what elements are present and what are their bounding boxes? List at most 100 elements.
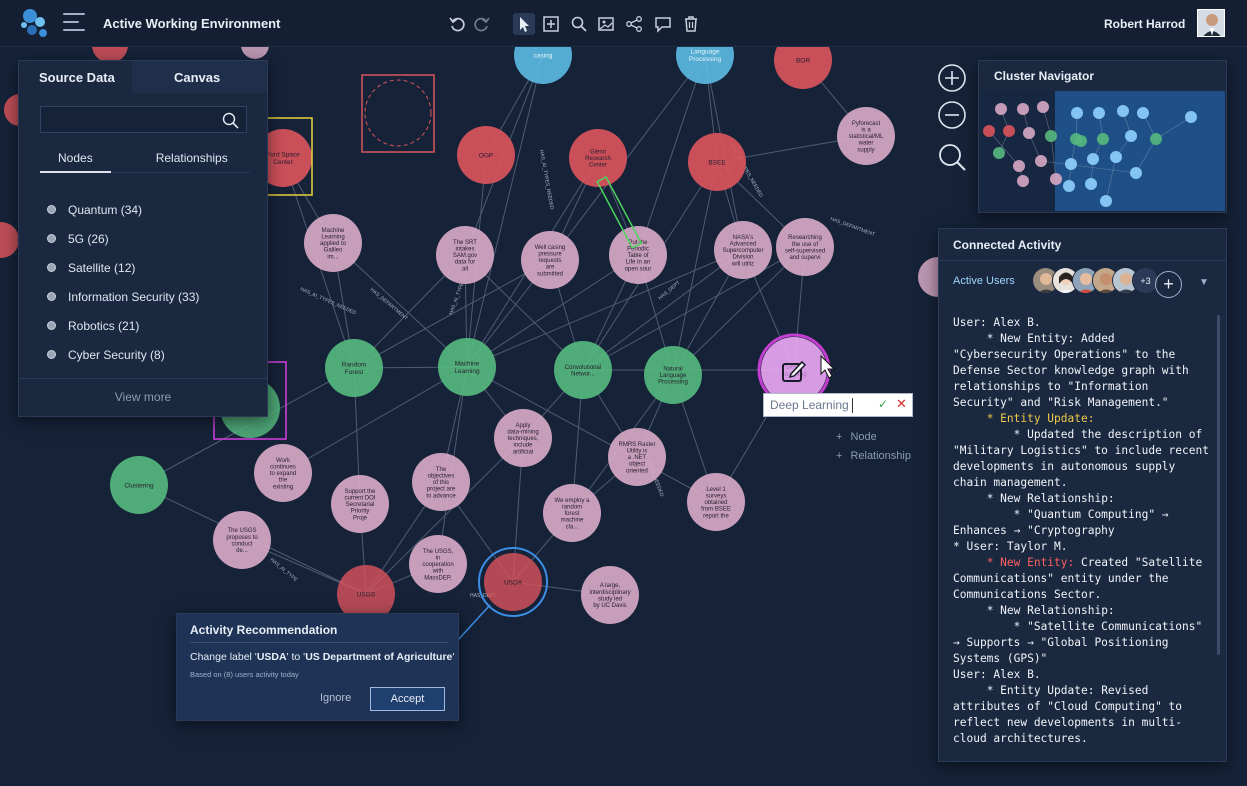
node-label-input[interactable]: Deep Learning — [770, 398, 849, 412]
tab-canvas[interactable]: Canvas — [132, 61, 267, 93]
menu-item-label: Node — [850, 431, 877, 443]
graph-node[interactable]: OGP — [457, 126, 515, 184]
recommendation-title: Activity Recommendation — [190, 623, 338, 637]
graph-node[interactable]: NASA'sAdvancedSupercomputerDivisionwill … — [714, 221, 772, 279]
list-item[interactable]: Quantum (34) — [47, 195, 199, 224]
graph-node[interactable]: BOR — [774, 47, 832, 89]
graph-edge[interactable] — [466, 249, 744, 368]
cancel-x-icon[interactable]: ✕ — [896, 396, 907, 412]
node-label: Learning — [321, 235, 344, 241]
graph-node[interactable]: NaturalLanguageProcessing — [644, 346, 702, 404]
graph-node[interactable]: The SRTintakesSAM.govdata forall — [436, 226, 494, 284]
search-tool-icon[interactable] — [568, 13, 590, 35]
graph-edge[interactable] — [672, 161, 718, 376]
node-label-editor[interactable]: Deep Learning ✓ ✕ — [763, 393, 913, 417]
graph-node[interactable]: A large,interdisciplinarystudy ledby UC … — [581, 566, 639, 624]
graph-node[interactable]: RandomForest — [325, 339, 383, 397]
zoom-search-icon[interactable] — [937, 142, 967, 172]
minimap[interactable] — [981, 91, 1225, 211]
accept-button[interactable]: Accept — [370, 687, 445, 711]
add-node-tool-icon[interactable] — [540, 13, 562, 35]
node-label: artificial — [513, 449, 533, 455]
tab-source-data[interactable]: Source Data — [19, 61, 132, 93]
graph-node[interactable]: Theobjectivesof thisproject areto advanc… — [412, 453, 470, 511]
graph-node[interactable]: Workcontinuesto expandtheexisting — [254, 444, 312, 502]
node-label: Galileo — [324, 248, 343, 254]
graph-node[interactable] — [241, 47, 269, 59]
list-item[interactable]: 5G (26) — [47, 224, 199, 253]
add-node-menu-item[interactable]: + Node — [836, 431, 877, 443]
list-item[interactable]: Robotics (21) — [47, 311, 199, 340]
minimap-edge — [988, 130, 1020, 167]
graph-node[interactable]: Put thePeriodicTable ofLife in anopen so… — [609, 226, 667, 284]
app-title: Active Working Environment — [103, 16, 281, 31]
zoom-in-icon[interactable] — [937, 63, 967, 93]
zoom-out-icon[interactable] — [937, 100, 967, 130]
minimap-node — [1065, 158, 1077, 170]
menu-icon[interactable] — [63, 13, 85, 33]
minimap-node — [993, 147, 1005, 159]
share-tool-icon[interactable] — [623, 13, 645, 35]
subtab-nodes[interactable]: Nodes — [40, 145, 111, 173]
recommendation-from-label: USDA — [256, 651, 287, 663]
graph-node[interactable]: We employ arandomforestmachinecla... — [543, 484, 601, 542]
node-label: to advance — [426, 493, 456, 499]
node-label: Forest — [345, 369, 364, 376]
graph-node[interactable]: The USGS,incooperationwithMassDEP, — [409, 535, 467, 593]
redo-icon[interactable] — [470, 13, 492, 35]
user-avatar[interactable] — [1197, 9, 1225, 37]
node-label: intakes — [455, 247, 474, 253]
node-label: Periodic — [627, 247, 649, 253]
node-label: Secretarial — [346, 502, 375, 508]
ignore-button[interactable]: Ignore — [320, 692, 351, 704]
add-relationship-menu-item[interactable]: + Relationship — [836, 450, 911, 462]
graph-node[interactable]: Pyforecastis astatistical/MLwatersupply — [837, 107, 895, 165]
trash-tool-icon[interactable] — [680, 13, 702, 35]
node-label: requests — [538, 258, 561, 264]
graph-node[interactable]: Researchingthe use ofself-supervisedand … — [776, 218, 834, 276]
bullet-icon — [47, 263, 56, 272]
scrollbar[interactable] — [1217, 315, 1220, 655]
search-input[interactable] — [40, 106, 247, 133]
log-entry: * Entity Update: — [953, 412, 1095, 425]
graph-node[interactable]: ConvolutionalNetwor... — [554, 341, 612, 399]
node-label: BSEE — [708, 159, 726, 166]
graph-node[interactable]: BSEE — [688, 133, 746, 191]
chevron-down-icon[interactable]: ▼ — [1199, 277, 1209, 288]
node-label: and supervi — [789, 255, 820, 261]
undo-icon[interactable] — [447, 13, 469, 35]
graph-node[interactable]: USDA — [484, 553, 542, 611]
search-icon[interactable] — [222, 112, 239, 129]
graph-node[interactable]: Level 1surveysobtainedfrom BSEEreport th… — [687, 473, 745, 531]
list-item-label: Cyber Security (8) — [68, 347, 165, 362]
app-logo-icon[interactable] — [18, 6, 52, 40]
graph-node[interactable]: Applydata-miningtechniques,includeartifi… — [494, 409, 552, 467]
node-label: Language — [691, 49, 720, 56]
graph-node[interactable]: The USGSproposes toconductde... — [213, 511, 271, 569]
graph-node[interactable]: Well casingpressurerequestsaresubmitted — [521, 231, 579, 289]
graph-node[interactable]: MachineLearning — [438, 338, 496, 396]
node-label: pressure — [538, 252, 562, 258]
recommendation-subtext: Based on (8) users activity today — [190, 670, 299, 679]
graph-node[interactable]: Support thecurrent DOISecretarialPriorit… — [331, 475, 389, 533]
graph-node[interactable]: RMRS RasterUtility isa .NETobjectoriente… — [608, 428, 666, 486]
graph-node[interactable] — [0, 222, 19, 258]
node-label: de... — [236, 548, 248, 554]
confirm-check-icon[interactable]: ✓ — [878, 397, 888, 411]
graph-node[interactable]: MachineLearningapplied toGalileoim... — [304, 214, 362, 272]
node-label: Machine — [455, 361, 480, 368]
graph-node[interactable]: GlennResearchCenter — [569, 129, 627, 187]
add-user-button[interactable]: + — [1155, 271, 1182, 298]
graph-node[interactable]: Clustering — [110, 456, 168, 514]
graph-node[interactable]: casing — [514, 47, 572, 84]
pointer-tool-icon[interactable] — [513, 13, 535, 35]
node-label: conduct — [231, 541, 252, 547]
list-item[interactable]: Cyber Security (8) — [47, 340, 199, 369]
subtab-relationships[interactable]: Relationships — [146, 145, 238, 173]
list-item[interactable]: Information Security (33) — [47, 282, 199, 311]
graph-node[interactable]: LanguageProcessing — [676, 47, 734, 84]
comment-tool-icon[interactable] — [652, 13, 674, 35]
list-item[interactable]: Satellite (12) — [47, 253, 199, 282]
image-tool-icon[interactable] — [595, 13, 617, 35]
view-more-button[interactable]: View more — [19, 378, 267, 416]
